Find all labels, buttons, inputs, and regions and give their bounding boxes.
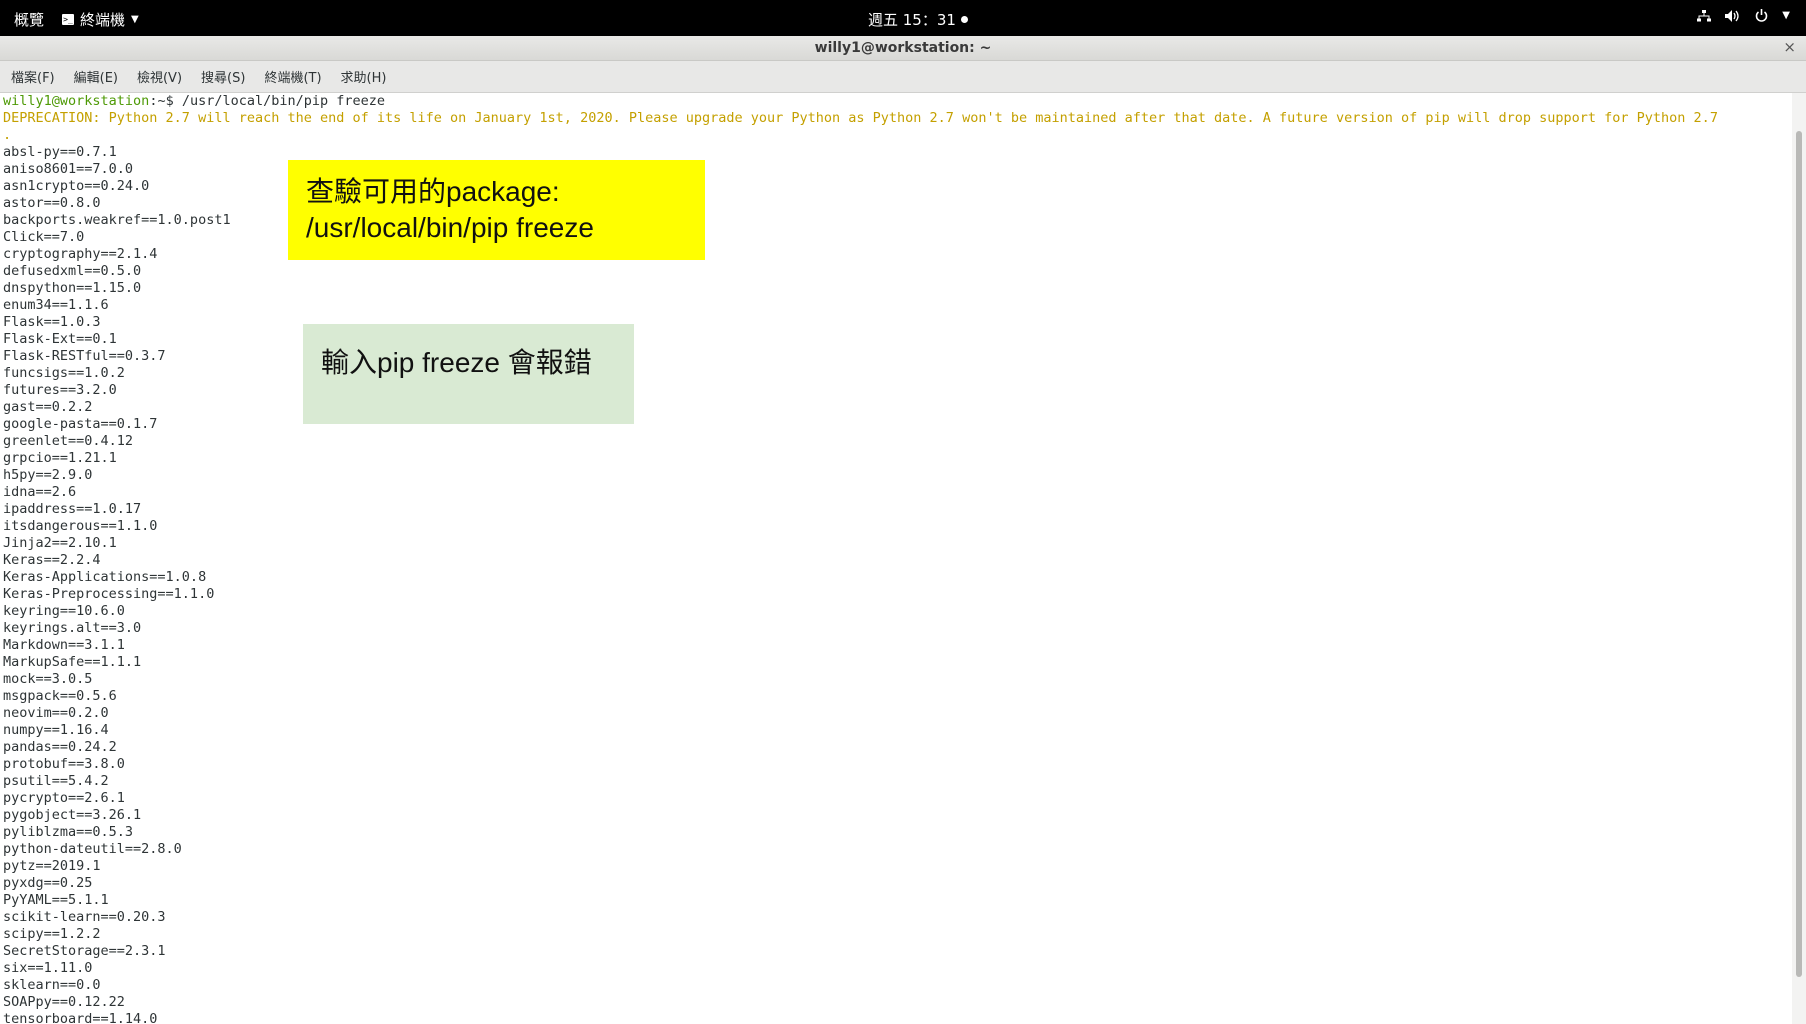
- package-line: mock==3.0.5: [3, 671, 93, 687]
- package-line: six==1.11.0: [3, 960, 93, 976]
- package-line: python-dateutil==2.8.0: [3, 841, 182, 857]
- package-line: scikit-learn==0.20.3: [3, 909, 166, 925]
- package-line: Keras-Preprocessing==1.1.0: [3, 586, 215, 602]
- deprecation-warning: DEPRECATION: Python 2.7 will reach the e…: [3, 110, 1718, 126]
- package-line: pyxdg==0.25: [3, 875, 93, 891]
- package-line: SOAPpy==0.12.22: [3, 994, 125, 1010]
- menu-search[interactable]: 搜尋(S): [193, 67, 253, 86]
- package-line: scipy==1.2.2: [3, 926, 101, 942]
- menu-file[interactable]: 檔案(F): [3, 67, 63, 86]
- annotation-yellow-line2: /usr/local/bin/pip freeze: [306, 212, 594, 243]
- package-line: gast==0.2.2: [3, 399, 93, 415]
- package-line: Flask==1.0.3: [3, 314, 101, 330]
- package-line: numpy==1.16.4: [3, 722, 109, 738]
- clock-label: 週五 15：31: [868, 11, 956, 29]
- volume-icon: [1725, 9, 1739, 22]
- package-line: pygobject==3.26.1: [3, 807, 142, 823]
- network-icon: [1697, 9, 1712, 21]
- terminal-icon: >_: [62, 14, 74, 25]
- package-line: Markdown==3.1.1: [3, 637, 125, 653]
- package-line: ipaddress==1.0.17: [3, 501, 142, 517]
- package-line: pytz==2019.1: [3, 858, 101, 874]
- window-titlebar[interactable]: willy1@workstation: ~ ×: [0, 36, 1806, 61]
- chevron-down-icon: ▼: [1782, 10, 1790, 21]
- package-line: Flask-Ext==0.1: [3, 331, 117, 347]
- package-line: greenlet==0.4.12: [3, 433, 134, 449]
- prompt-user: willy1@workstation: [3, 93, 150, 109]
- top-bar: 概覽 >_ 終端機 ▼ 週五 15：31 ▼: [0, 0, 1806, 36]
- package-line: tensorboard==1.14.0: [3, 1011, 158, 1024]
- menu-view[interactable]: 檢視(V): [129, 67, 190, 86]
- annotation-yellow-line1: 查驗可用的package:: [306, 176, 560, 207]
- annotation-green-text: 輸入pip freeze 會報錯: [321, 347, 592, 378]
- menu-bar: 檔案(F) 編輯(E) 檢視(V) 搜尋(S) 終端機(T) 求助(H): [0, 61, 1806, 93]
- chevron-down-icon: ▼: [131, 14, 139, 25]
- package-line: cryptography==2.1.4: [3, 246, 158, 262]
- package-line: Keras==2.2.4: [3, 552, 101, 568]
- package-line: keyring==10.6.0: [3, 603, 125, 619]
- clock-button[interactable]: 週五 15：31: [868, 9, 968, 30]
- power-icon: [1756, 9, 1768, 22]
- package-line: pyliblzma==0.5.3: [3, 824, 134, 840]
- command-line: willy1@workstation:~$ /usr/local/bin/pip…: [0, 93, 1792, 110]
- package-line: idna==2.6: [3, 484, 77, 500]
- package-line: futures==3.2.0: [3, 382, 117, 398]
- package-line: pandas==0.24.2: [3, 739, 117, 755]
- annotation-green: 輸入pip freeze 會報錯: [303, 324, 634, 424]
- activities-button[interactable]: 概覽: [14, 9, 44, 30]
- package-line: absl-py==0.7.1: [3, 144, 117, 160]
- package-line: psutil==5.4.2: [3, 773, 109, 789]
- package-line: neovim==0.2.0: [3, 705, 109, 721]
- package-line: enum34==1.1.6: [3, 297, 109, 313]
- package-line: MarkupSafe==1.1.1: [3, 654, 142, 670]
- scrollbar-thumb[interactable]: [1796, 131, 1802, 977]
- menu-edit[interactable]: 編輯(E): [66, 67, 126, 86]
- menu-terminal[interactable]: 終端機(T): [256, 67, 329, 86]
- package-line: Flask-RESTful==0.3.7: [3, 348, 166, 364]
- deprecation-warning-wrap: .: [3, 127, 12, 143]
- package-line: PyYAML==5.1.1: [3, 892, 109, 908]
- package-line: google-pasta==0.1.7: [3, 416, 158, 432]
- package-line: sklearn==0.0: [3, 977, 101, 993]
- prompt-command: :~$ /usr/local/bin/pip freeze: [149, 93, 386, 109]
- app-menu-button[interactable]: >_ 終端機 ▼: [62, 9, 139, 30]
- package-line: keyrings.alt==3.0: [3, 620, 142, 636]
- window-title: willy1@workstation: ~: [814, 40, 992, 56]
- package-line: msgpack==0.5.6: [3, 688, 117, 704]
- package-line: backports.weakref==1.0.post1: [3, 212, 231, 228]
- terminal-output[interactable]: willy1@workstation:~$ /usr/local/bin/pip…: [0, 93, 1792, 1024]
- package-line: grpcio==1.21.1: [3, 450, 117, 466]
- close-icon[interactable]: ×: [1783, 38, 1796, 56]
- package-line: asn1crypto==0.24.0: [3, 178, 150, 194]
- package-line: Jinja2==2.10.1: [3, 535, 117, 551]
- package-line: defusedxml==0.5.0: [3, 263, 142, 279]
- package-line: astor==0.8.0: [3, 195, 101, 211]
- package-line: itsdangerous==1.1.0: [3, 518, 158, 534]
- package-line: pycrypto==2.6.1: [3, 790, 125, 806]
- package-line: protobuf==3.8.0: [3, 756, 125, 772]
- package-line: h5py==2.9.0: [3, 467, 93, 483]
- annotation-yellow: 查驗可用的package: /usr/local/bin/pip freeze: [288, 160, 705, 260]
- package-line: aniso8601==7.0.0: [3, 161, 134, 177]
- menu-help[interactable]: 求助(H): [333, 67, 395, 86]
- system-tray[interactable]: ▼: [1697, 9, 1790, 22]
- terminal-scrollbar[interactable]: [1792, 93, 1806, 1024]
- package-line: Click==7.0: [3, 229, 85, 245]
- package-line: Keras-Applications==1.0.8: [3, 569, 207, 585]
- package-line: funcsigs==1.0.2: [3, 365, 125, 381]
- package-list: absl-py==0.7.1 aniso8601==7.0.0 asn1crypto…: [0, 144, 1792, 1024]
- package-line: dnspython==1.15.0: [3, 280, 142, 296]
- notification-dot-icon: [960, 16, 968, 23]
- package-line: SecretStorage==2.3.1: [3, 943, 166, 959]
- app-menu-label: 終端機: [80, 11, 126, 29]
